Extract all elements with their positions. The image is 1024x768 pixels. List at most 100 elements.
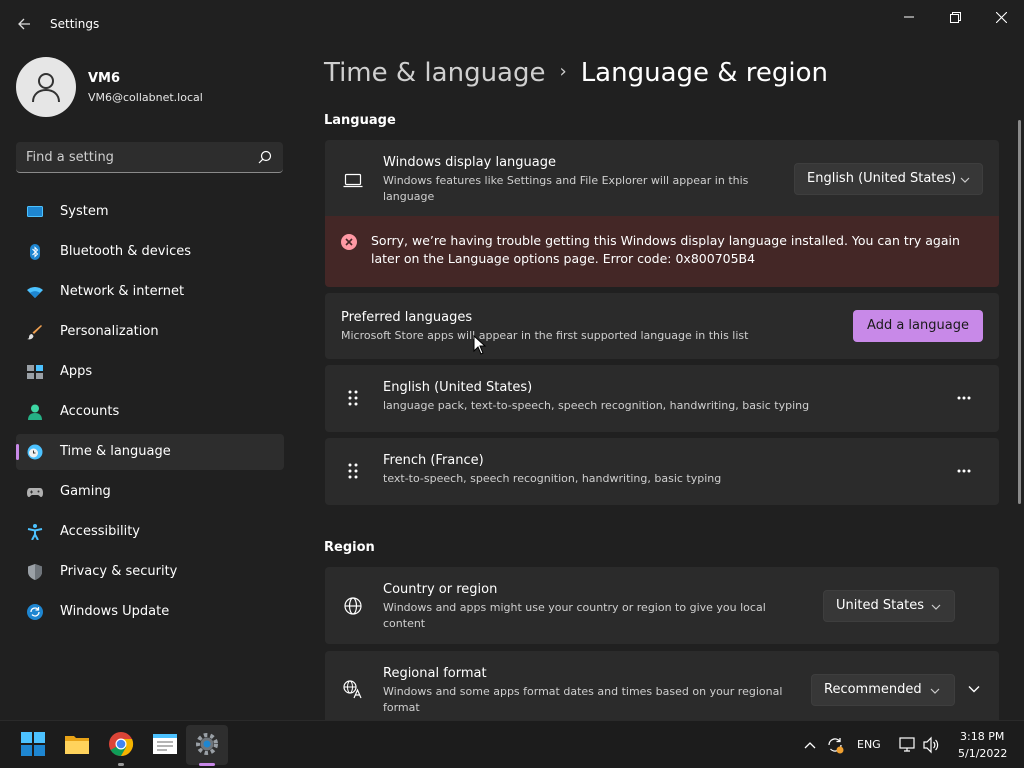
preferred-languages-card: Preferred languages Microsoft Store apps… — [325, 293, 999, 359]
sidebar-item-time-language[interactable]: Time & language — [16, 434, 284, 470]
dropdown-value: English (United States) — [807, 171, 957, 186]
wifi-icon — [27, 287, 43, 298]
settings-icon[interactable] — [194, 731, 220, 757]
taskbar: ENG 3:18 PM 5/1/2022 — [0, 720, 1024, 768]
sidebar-item-accessibility[interactable]: Accessibility — [16, 514, 284, 550]
volume-icon[interactable] — [922, 736, 940, 754]
shield-icon — [28, 564, 42, 580]
sync-icon[interactable] — [826, 736, 844, 754]
file-explorer-icon[interactable] — [64, 731, 90, 757]
person-icon — [28, 404, 42, 420]
display-language-description: Windows features like Settings and File … — [383, 174, 749, 203]
language-format-icon — [343, 680, 362, 699]
language-name: English (United States) — [383, 380, 533, 395]
sidebar-item-label: Accessibility — [60, 524, 140, 539]
dropdown-value: Recommended — [824, 682, 922, 697]
title-bar: Settings — [0, 0, 1024, 48]
apps-icon — [27, 365, 43, 379]
profile-email: VM6@collabnet.local — [88, 91, 203, 104]
profile-name: VM6 — [88, 71, 121, 86]
update-icon — [27, 604, 43, 620]
language-features: language pack, text-to-speech, speech re… — [383, 399, 810, 412]
regional-format-description: Windows and some apps format dates and t… — [383, 685, 783, 714]
sidebar-item-windows-update[interactable]: Windows Update — [16, 594, 284, 630]
close-button[interactable] — [986, 6, 1016, 28]
breadcrumb-parent-link[interactable]: Time & language — [324, 58, 545, 88]
accessibility-icon — [27, 524, 43, 540]
region-section-title: Region — [324, 540, 375, 555]
dropdown-value: United States — [836, 598, 925, 613]
expand-chevron-icon[interactable] — [968, 683, 980, 695]
language-section-title: Language — [324, 113, 396, 128]
page-title: Language & region — [580, 58, 829, 88]
back-button[interactable] — [12, 12, 36, 36]
active-app-indicator — [199, 763, 215, 766]
globe-icon — [344, 597, 362, 615]
sidebar-item-bluetooth[interactable]: Bluetooth & devices — [16, 234, 284, 270]
sidebar-item-personalization[interactable]: Personalization — [16, 314, 284, 350]
regional-format-card: Regional format Windows and some apps fo… — [325, 651, 999, 720]
search-input[interactable] — [26, 148, 246, 166]
error-icon — [341, 234, 357, 250]
add-language-button[interactable]: Add a language — [853, 310, 983, 342]
minimize-button[interactable] — [894, 6, 924, 28]
search-box[interactable] — [16, 142, 283, 173]
sidebar-nav: System Bluetooth & devices Network & int… — [16, 194, 284, 634]
language-item[interactable]: English (United States) language pack, t… — [325, 365, 999, 432]
network-icon[interactable] — [898, 736, 916, 754]
error-message: Sorry, we’re having trouble getting this… — [371, 233, 960, 266]
person-icon — [32, 73, 60, 103]
regional-format-title: Regional format — [383, 666, 487, 681]
more-options-icon[interactable] — [957, 469, 971, 473]
sidebar-item-label: System — [60, 204, 109, 219]
breadcrumb-separator: › — [559, 61, 567, 82]
sidebar-item-label: Apps — [60, 364, 93, 379]
sidebar-item-label: Time & language — [60, 444, 171, 459]
country-region-description: Windows and apps might use your country … — [383, 601, 766, 630]
country-region-dropdown[interactable]: United States — [823, 590, 955, 622]
more-options-icon[interactable] — [957, 396, 971, 400]
search-icon[interactable] — [258, 150, 272, 164]
close-x-icon — [345, 238, 353, 246]
notepad-icon[interactable] — [152, 731, 178, 757]
bluetooth-icon — [30, 244, 40, 260]
country-region-title: Country or region — [383, 582, 498, 597]
sidebar-item-label: Personalization — [60, 324, 159, 339]
country-region-card: Country or region Windows and apps might… — [325, 567, 999, 644]
start-icon[interactable] — [20, 731, 46, 757]
sidebar-item-accounts[interactable]: Accounts — [16, 394, 284, 430]
sidebar-item-label: Privacy & security — [60, 564, 178, 579]
clock-time[interactable]: 3:18 PM — [960, 730, 1004, 743]
sidebar-item-gaming[interactable]: Gaming — [16, 474, 284, 510]
gamepad-icon — [27, 488, 43, 497]
restore-button[interactable] — [940, 6, 970, 28]
brush-icon — [27, 325, 42, 340]
sidebar-item-label: Bluetooth & devices — [60, 244, 191, 259]
user-profile[interactable]: VM6 VM6@collabnet.local — [16, 57, 286, 117]
globe-clock-icon — [27, 444, 43, 460]
input-language-indicator[interactable]: ENG — [857, 738, 881, 751]
scrollbar[interactable] — [1018, 120, 1021, 504]
chevron-up-icon[interactable] — [804, 740, 816, 750]
laptop-icon — [343, 173, 363, 188]
sidebar-item-network[interactable]: Network & internet — [16, 274, 284, 310]
window-title: Settings — [50, 17, 100, 31]
sidebar-item-privacy[interactable]: Privacy & security — [16, 554, 284, 590]
error-infobar: Sorry, we’re having trouble getting this… — [325, 216, 999, 287]
sidebar-item-apps[interactable]: Apps — [16, 354, 284, 390]
active-indicator — [16, 444, 19, 460]
chevron-down-icon — [960, 177, 970, 183]
sidebar-item-system[interactable]: System — [16, 194, 284, 230]
display-language-dropdown[interactable]: English (United States) — [794, 163, 983, 195]
regional-format-dropdown[interactable]: Recommended — [811, 674, 955, 706]
restore-icon — [949, 11, 961, 23]
avatar — [16, 57, 76, 117]
clock-date[interactable]: 5/1/2022 — [958, 747, 1007, 760]
back-arrow-icon — [18, 18, 30, 30]
language-item[interactable]: French (France) text-to-speech, speech r… — [325, 438, 999, 505]
preferred-languages-description: Microsoft Store apps will appear in the … — [341, 329, 749, 342]
mouse-cursor-icon — [473, 335, 487, 355]
drag-handle-icon[interactable] — [347, 463, 359, 479]
drag-handle-icon[interactable] — [347, 390, 359, 406]
chrome-icon[interactable] — [108, 731, 134, 757]
